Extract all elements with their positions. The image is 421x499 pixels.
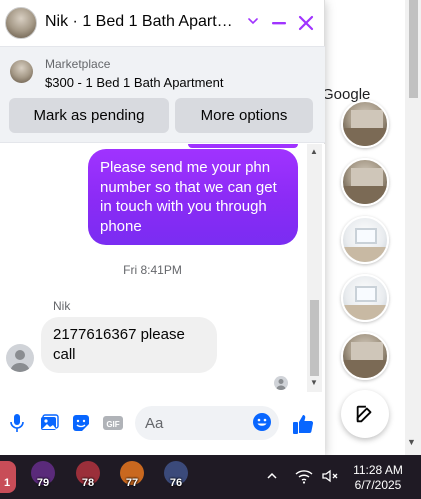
scroll-up-icon[interactable]: ▲ <box>310 147 318 156</box>
outgoing-message[interactable]: Please send me your phn number so that w… <box>88 149 298 245</box>
scroll-down-icon[interactable]: ▼ <box>310 378 318 387</box>
taskbar: 1 79 78 77 76 11:28 AM 6/7/2025 <box>0 455 421 499</box>
clock-date: 6/7/2025 <box>354 478 402 492</box>
sender-name: Nik <box>53 299 71 313</box>
thumbs-up-icon[interactable] <box>290 411 316 437</box>
volume-muted-icon[interactable] <box>321 468 339 484</box>
taskbar-app-edge[interactable]: 1 <box>0 461 16 493</box>
compose-icon <box>356 405 372 423</box>
taskbar-app[interactable]: 79 <box>29 461 57 493</box>
default-avatar-icon <box>10 350 30 372</box>
emoji-icon[interactable] <box>252 412 272 432</box>
taskbar-app[interactable]: 76 <box>162 461 190 493</box>
message-timestamp: Fri 8:41PM <box>123 263 182 277</box>
system-clock[interactable]: 11:28 AM 6/7/2025 <box>348 463 408 493</box>
mark-as-pending-button[interactable]: Mark as pending <box>9 98 169 133</box>
new-message-button[interactable] <box>341 390 389 438</box>
clock-time: 11:28 AM <box>353 463 403 477</box>
previous-message-sliver <box>188 144 298 148</box>
taskbar-app[interactable]: 78 <box>74 461 102 493</box>
gif-icon[interactable]: GIF <box>102 412 124 434</box>
listing-thumbnail[interactable] <box>10 60 33 83</box>
svg-text:GIF: GIF <box>106 420 119 429</box>
marketplace-panel: Marketplace $300 - 1 Bed 1 Bath Apartmen… <box>0 46 325 143</box>
taskbar-app-badge: 79 <box>36 477 50 489</box>
chat-head-avatar[interactable] <box>341 274 389 322</box>
chat-header: Nik · 1 Bed 1 Bath Apartment <box>0 0 325 46</box>
default-avatar-icon <box>276 379 286 390</box>
incoming-message[interactable]: 2177616367 please call <box>41 317 217 373</box>
sticker-icon[interactable] <box>70 412 92 434</box>
read-receipt-avatar <box>274 376 288 390</box>
message-input-placeholder: Aa <box>145 415 164 432</box>
taskbar-app-badge: 78 <box>81 477 95 489</box>
chat-head-avatar[interactable] <box>341 216 389 264</box>
sender-avatar[interactable] <box>6 344 34 372</box>
chat-title[interactable]: Nik · 1 Bed 1 Bath Apartment <box>45 13 240 31</box>
chevron-down-icon[interactable] <box>246 14 260 28</box>
page-scrollbar-thumb[interactable] <box>409 0 418 98</box>
listing-avatar[interactable] <box>5 7 37 39</box>
marketplace-label: Marketplace <box>45 57 111 71</box>
message-composer: GIF Aa <box>0 394 325 455</box>
chat-window: Nik · 1 Bed 1 Bath Apartment Marketplace… <box>0 0 325 455</box>
page-scroll-down-icon[interactable]: ▼ <box>407 437 416 447</box>
message-input[interactable]: Aa <box>135 406 279 440</box>
chat-head-avatar[interactable] <box>341 332 389 380</box>
chat-head-avatar[interactable] <box>341 158 389 206</box>
chevron-up-icon[interactable] <box>265 469 279 483</box>
taskbar-app-badge: 1 <box>3 477 11 489</box>
image-icon[interactable] <box>38 412 60 434</box>
microphone-icon[interactable] <box>6 412 28 434</box>
taskbar-app[interactable]: 77 <box>118 461 146 493</box>
wifi-icon[interactable] <box>295 468 313 484</box>
listing-title[interactable]: $300 - 1 Bed 1 Bath Apartment <box>45 75 224 90</box>
minimize-icon[interactable] <box>268 12 290 34</box>
more-options-button[interactable]: More options <box>175 98 313 133</box>
chat-head-avatar[interactable] <box>341 100 389 148</box>
message-list: Please send me your phn number so that w… <box>0 144 325 394</box>
message-scrollbar-thumb[interactable] <box>310 300 319 376</box>
taskbar-app-badge: 76 <box>169 477 183 489</box>
taskbar-app-badge: 77 <box>125 477 139 489</box>
close-icon[interactable] <box>295 12 317 34</box>
